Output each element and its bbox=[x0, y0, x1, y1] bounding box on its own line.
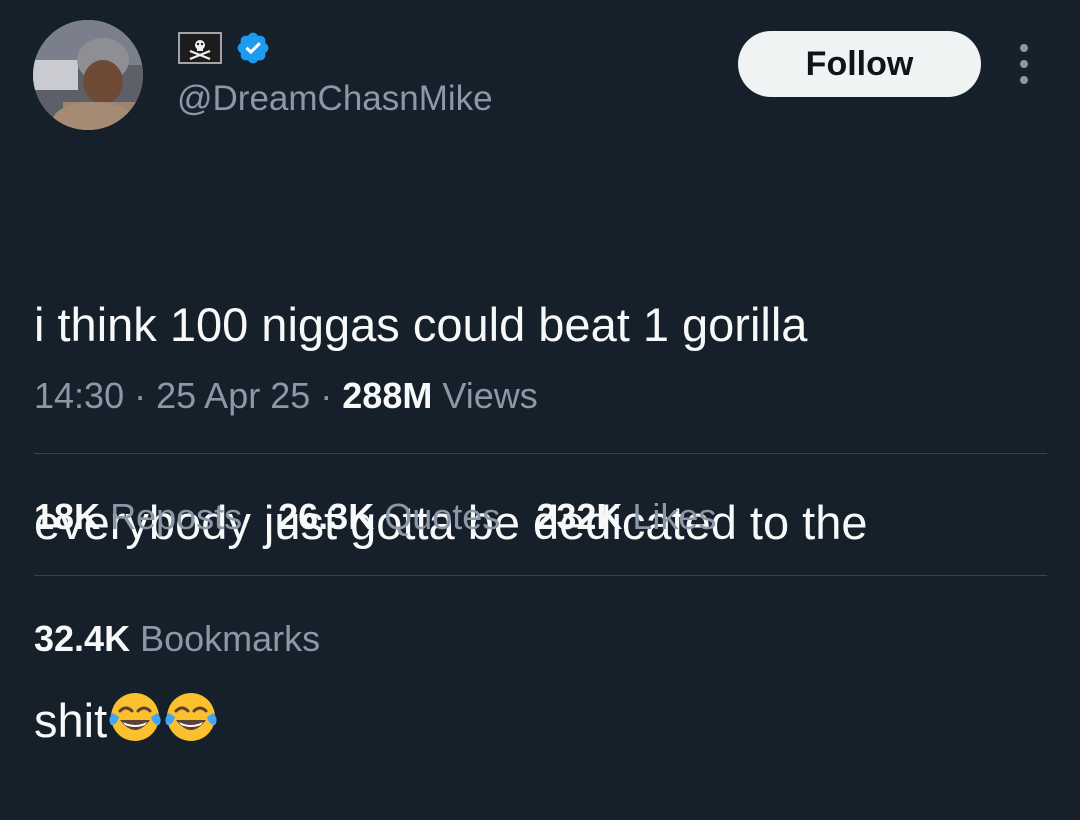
tweet-text: i think 100 niggas could beat 1 gorilla … bbox=[34, 160, 1044, 820]
bookmarks-label: Bookmarks bbox=[140, 618, 321, 659]
tweet-date[interactable]: 25 Apr 25 bbox=[156, 375, 310, 416]
author-name-row[interactable] bbox=[177, 30, 271, 70]
face-with-tears-of-joy-icon bbox=[107, 689, 163, 745]
tweet-time[interactable]: 14:30 bbox=[34, 375, 124, 416]
bookmarks-count: 32.4K bbox=[34, 618, 131, 659]
views-label: Views bbox=[442, 375, 538, 416]
engagement-stats: 18K Reposts 26.3K Quotes 232K Likes bbox=[34, 495, 716, 539]
author-handle[interactable]: @DreamChasnMike bbox=[177, 79, 493, 119]
follow-button[interactable]: Follow bbox=[738, 31, 981, 97]
reposts-label: Reposts bbox=[110, 496, 243, 537]
reposts-count: 18K bbox=[34, 496, 101, 537]
meta-separator: · bbox=[134, 375, 147, 416]
likes-stat[interactable]: 232K Likes bbox=[536, 495, 716, 539]
more-options-icon[interactable] bbox=[1010, 44, 1038, 84]
verified-badge-icon bbox=[235, 30, 271, 71]
tweet-meta: 14:30 · 25 Apr 25 · 288M Views bbox=[34, 374, 538, 418]
tweet-line: i think 100 niggas could beat 1 gorilla bbox=[34, 298, 808, 351]
more-dot bbox=[1020, 76, 1028, 84]
tweet-line-text: shit bbox=[34, 694, 108, 747]
quotes-label: Quotes bbox=[384, 496, 501, 537]
pirate-flag-icon bbox=[177, 30, 223, 71]
likes-label: Likes bbox=[632, 496, 717, 537]
avatar-photo bbox=[33, 20, 143, 130]
reposts-stat[interactable]: 18K Reposts bbox=[34, 495, 242, 539]
bookmarks-stat[interactable]: 32.4K Bookmarks bbox=[34, 617, 320, 661]
avatar[interactable] bbox=[33, 20, 143, 130]
quotes-count: 26.3K bbox=[278, 496, 375, 537]
tweet-line-last: shit bbox=[34, 688, 1044, 754]
divider bbox=[34, 575, 1047, 576]
more-dot bbox=[1020, 60, 1028, 68]
views-count: 288M bbox=[342, 375, 433, 416]
more-dot bbox=[1020, 44, 1028, 52]
meta-separator: · bbox=[320, 375, 333, 416]
likes-count: 232K bbox=[536, 496, 623, 537]
quotes-stat[interactable]: 26.3K Quotes bbox=[278, 495, 500, 539]
divider bbox=[34, 453, 1047, 454]
face-with-tears-of-joy-icon bbox=[163, 689, 219, 745]
